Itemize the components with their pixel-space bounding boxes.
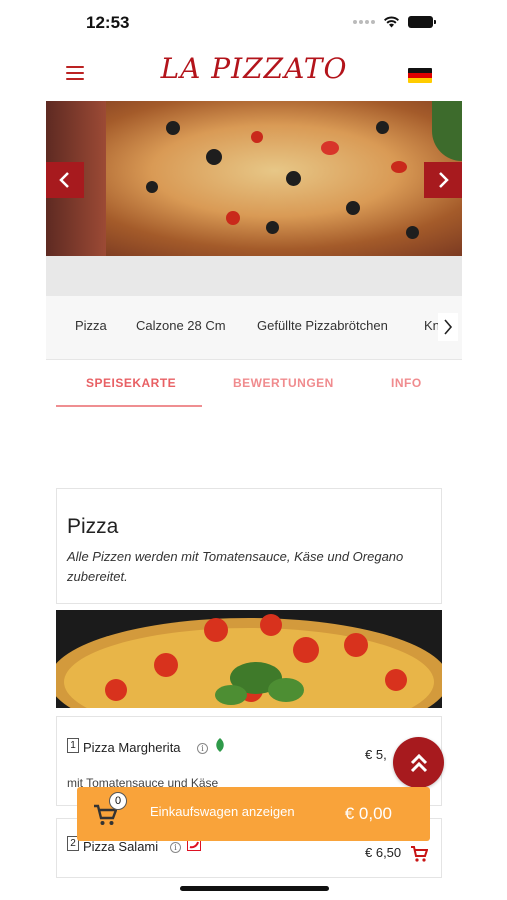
category-item-gefuellte-pizzabroetchen[interactable]: Gefüllte Pizzabrötchen — [257, 318, 388, 333]
product-number: 1 — [67, 738, 79, 753]
tab-bar: SPEISEKARTE BEWERTUNGEN INFO — [56, 362, 446, 408]
category-bar: Pizza Calzone 28 Cm Gefüllte Pizzabrötch… — [46, 296, 462, 360]
app-header: LA PIZZATO — [46, 46, 462, 100]
info-icon[interactable]: i — [170, 842, 181, 853]
status-time: 12:53 — [86, 13, 130, 32]
product-price: € 6,50 — [365, 845, 402, 860]
battery-icon — [408, 15, 436, 28]
tab-bewertungen[interactable]: BEWERTUNGEN — [233, 376, 334, 390]
product-price: € 5, — [365, 747, 387, 762]
hero-image-slider — [46, 101, 462, 256]
scroll-to-top-button[interactable] — [393, 737, 444, 788]
info-icon[interactable]: i — [197, 743, 208, 754]
double-chevron-up-icon — [410, 753, 427, 772]
chevron-right-icon — [439, 172, 449, 188]
slider-next-button[interactable] — [424, 162, 462, 198]
tab-info[interactable]: INFO — [391, 376, 422, 390]
cart-count-badge: 0 — [109, 792, 127, 810]
home-indicator — [180, 886, 329, 891]
slider-prev-button[interactable] — [46, 162, 84, 198]
pizza-photo — [56, 610, 442, 708]
category-item-calzone[interactable]: Calzone 28 Cm — [136, 318, 226, 333]
view-cart-button[interactable]: 0 Einkaufswagen anzeigen € 0,00 — [77, 787, 430, 841]
section-description: Alle Pizzen werden mit Tomatensauce, Käs… — [67, 549, 404, 584]
section-pizza-image — [56, 610, 442, 708]
brand-title: LA PIZZATO — [160, 52, 348, 85]
category-next-button[interactable] — [438, 313, 458, 341]
pizza-photo — [46, 101, 462, 256]
tab-speisekarte[interactable]: SPEISEKARTE — [86, 376, 176, 390]
menu-section-header: Pizza Alle Pizzen werden mit Tomatensauc… — [56, 488, 442, 604]
product-name: Pizza Salami — [83, 839, 159, 854]
cart-total: € 0,00 — [344, 804, 392, 823]
product-name: Pizza Margherita — [83, 740, 181, 755]
status-icons — [353, 15, 436, 28]
section-title: Pizza — [67, 515, 119, 538]
language-flag-icon[interactable] — [408, 68, 432, 83]
chevron-right-icon — [444, 319, 453, 335]
active-tab-indicator — [56, 405, 202, 407]
vegetarian-leaf-icon — [216, 738, 224, 752]
add-to-cart-icon[interactable] — [410, 845, 428, 863]
cart-label: Einkaufswagen anzeigen — [150, 804, 295, 819]
status-bar: 12:53 — [0, 0, 507, 46]
chevron-left-icon — [59, 172, 69, 188]
signal-icon — [353, 19, 375, 24]
category-item-pizza[interactable]: Pizza — [75, 318, 107, 333]
wifi-icon — [384, 16, 399, 28]
